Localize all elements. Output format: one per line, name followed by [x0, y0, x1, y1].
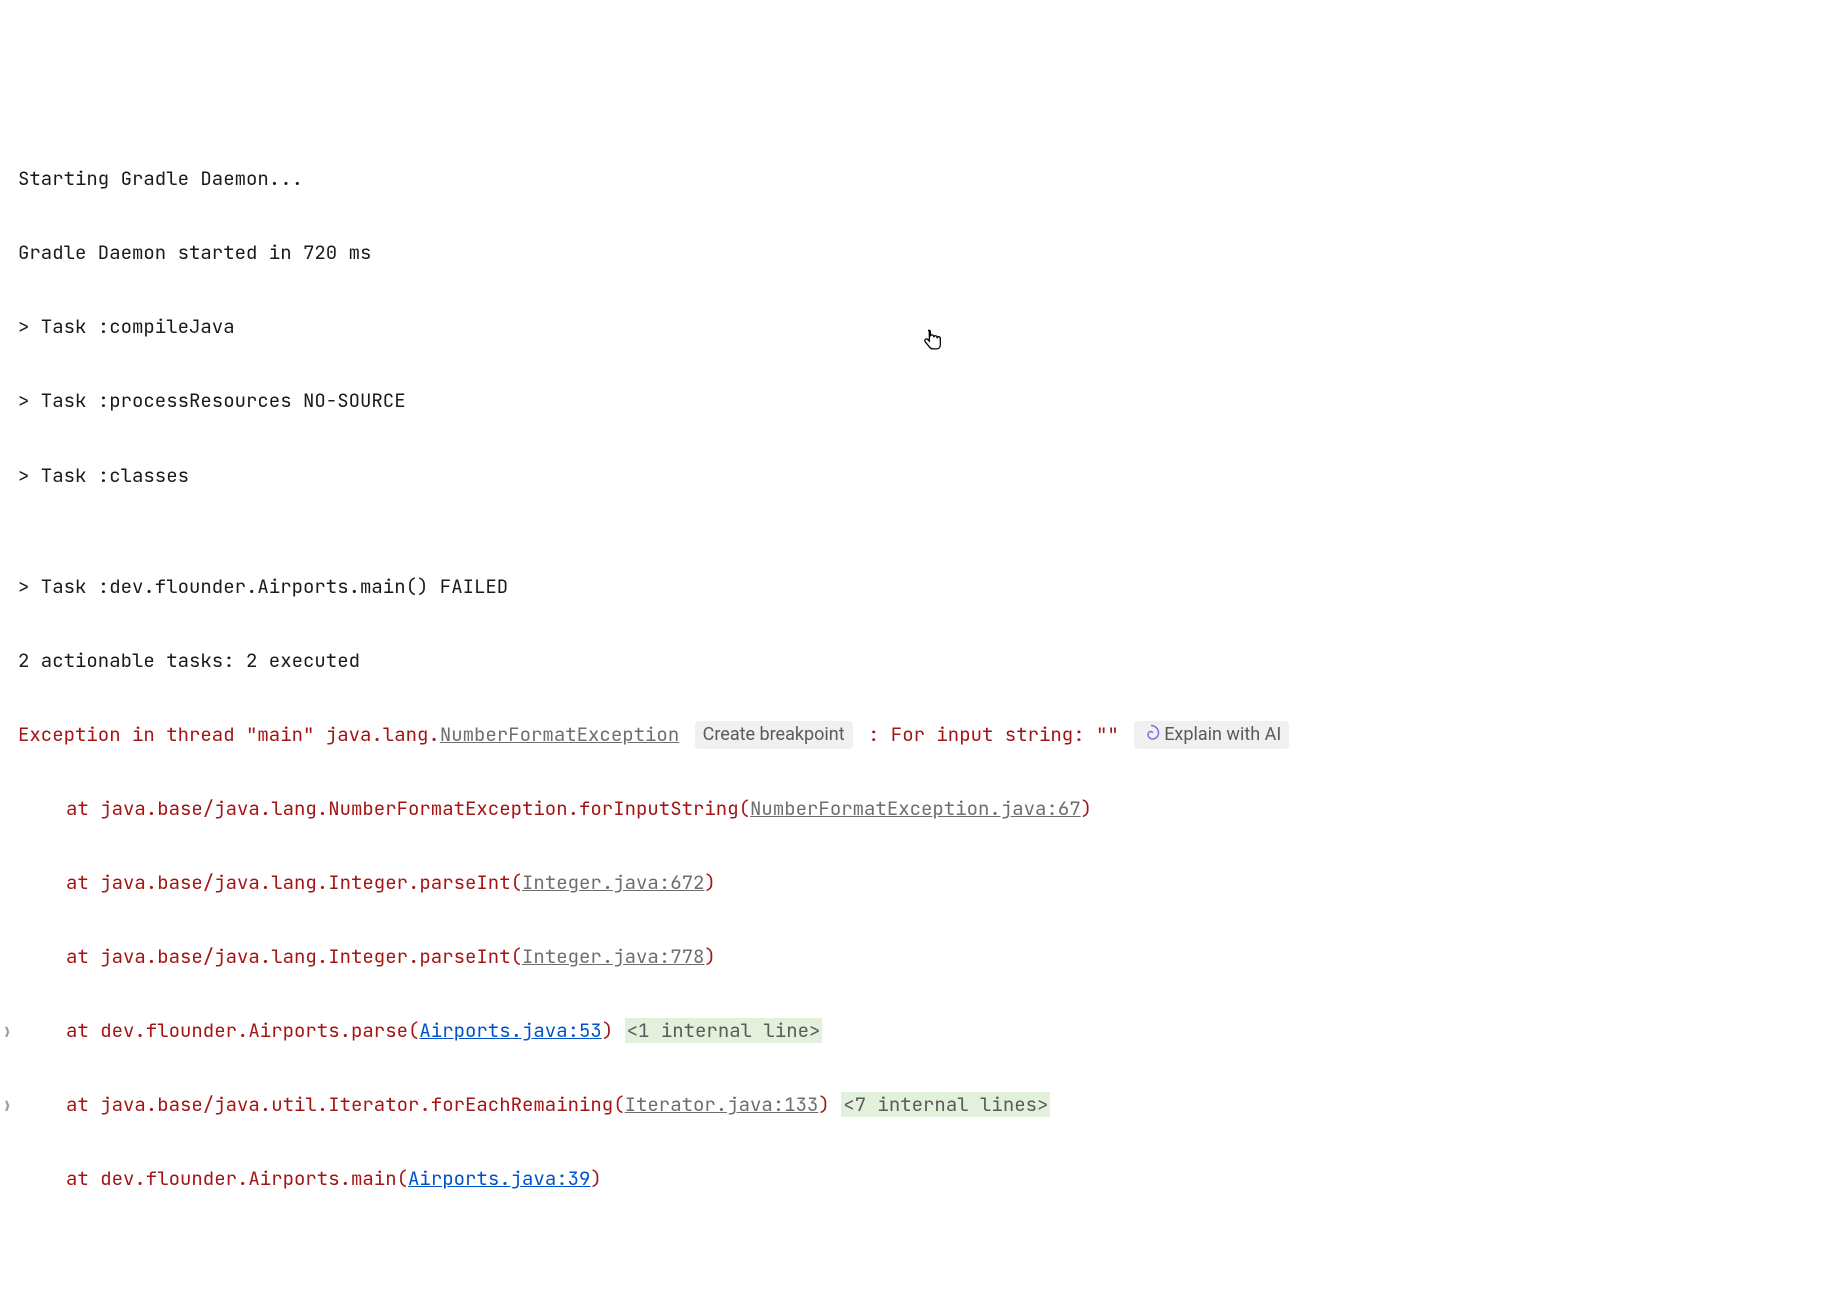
stack-frame-text: at dev.flounder.Airports.main( [66, 1166, 408, 1191]
log-line: > Task :dev.flounder.Airports.main() FAI… [18, 568, 1836, 605]
source-link-project[interactable]: Airports.java:39 [408, 1166, 590, 1191]
stack-frame: ❯at dev.flounder.Airports.parse(Airports… [18, 1012, 1836, 1049]
stack-frame: at java.base/java.lang.Integer.parseInt(… [18, 864, 1836, 901]
source-link[interactable]: Iterator.java:133 [625, 1092, 819, 1117]
expand-fold-icon[interactable]: ❯ [3, 1020, 11, 1047]
source-link[interactable]: Integer.java:778 [522, 944, 704, 969]
close-paren: ) [590, 1166, 601, 1191]
exception-prefix: Exception in thread "main" java.lang. [18, 722, 440, 747]
exception-message: : For input string: "" [857, 722, 1131, 747]
close-paren: ) [602, 1018, 613, 1043]
log-line: Gradle Daemon started in 720 ms [18, 234, 1836, 271]
expand-fold-icon[interactable]: ❯ [3, 1094, 11, 1121]
exception-line: Exception in thread "main" java.lang.Num… [18, 716, 1836, 753]
close-paren: ) [704, 870, 715, 895]
source-link-project[interactable]: Airports.java:53 [419, 1018, 601, 1043]
close-paren: ) [1081, 796, 1092, 821]
stack-frame: at dev.flounder.Airports.main(Airports.j… [18, 1160, 1836, 1197]
explain-with-ai-label: Explain with AI [1164, 724, 1281, 745]
log-line: > Task :compileJava [18, 308, 1836, 345]
stack-frame-text: at java.base/java.lang.NumberFormatExcep… [66, 796, 750, 821]
stack-frame: ❯at java.base/java.util.Iterator.forEach… [18, 1086, 1836, 1123]
stack-frame-text: at java.base/java.lang.Integer.parseInt( [66, 870, 522, 895]
stack-frame-text: at dev.flounder.Airports.parse( [66, 1018, 419, 1043]
stack-frame-text: at java.base/java.lang.Integer.parseInt( [66, 944, 522, 969]
log-line: Starting Gradle Daemon... [18, 160, 1836, 197]
create-breakpoint-button[interactable]: Create breakpoint [695, 721, 853, 749]
stack-frame-text: at java.base/java.util.Iterator.forEachR… [66, 1092, 625, 1117]
log-line: > Task :processResources NO-SOURCE [18, 382, 1836, 419]
stack-frame: at java.base/java.lang.NumberFormatExcep… [18, 790, 1836, 827]
folded-lines[interactable]: <1 internal line> [625, 1018, 823, 1043]
log-line: > Task :classes [18, 457, 1836, 494]
close-paren: ) [818, 1092, 829, 1117]
log-line: 2 actionable tasks: 2 executed [18, 642, 1836, 679]
ai-spiral-icon [1142, 724, 1160, 742]
source-link[interactable]: Integer.java:672 [522, 870, 704, 895]
close-paren: ) [704, 944, 715, 969]
exception-class-link[interactable]: NumberFormatException [440, 722, 679, 747]
explain-with-ai-button[interactable]: Explain with AI [1134, 721, 1289, 749]
source-link[interactable]: NumberFormatException.java:67 [750, 796, 1081, 821]
stack-frame: at java.base/java.lang.Integer.parseInt(… [18, 938, 1836, 975]
folded-lines[interactable]: <7 internal lines> [841, 1092, 1050, 1117]
